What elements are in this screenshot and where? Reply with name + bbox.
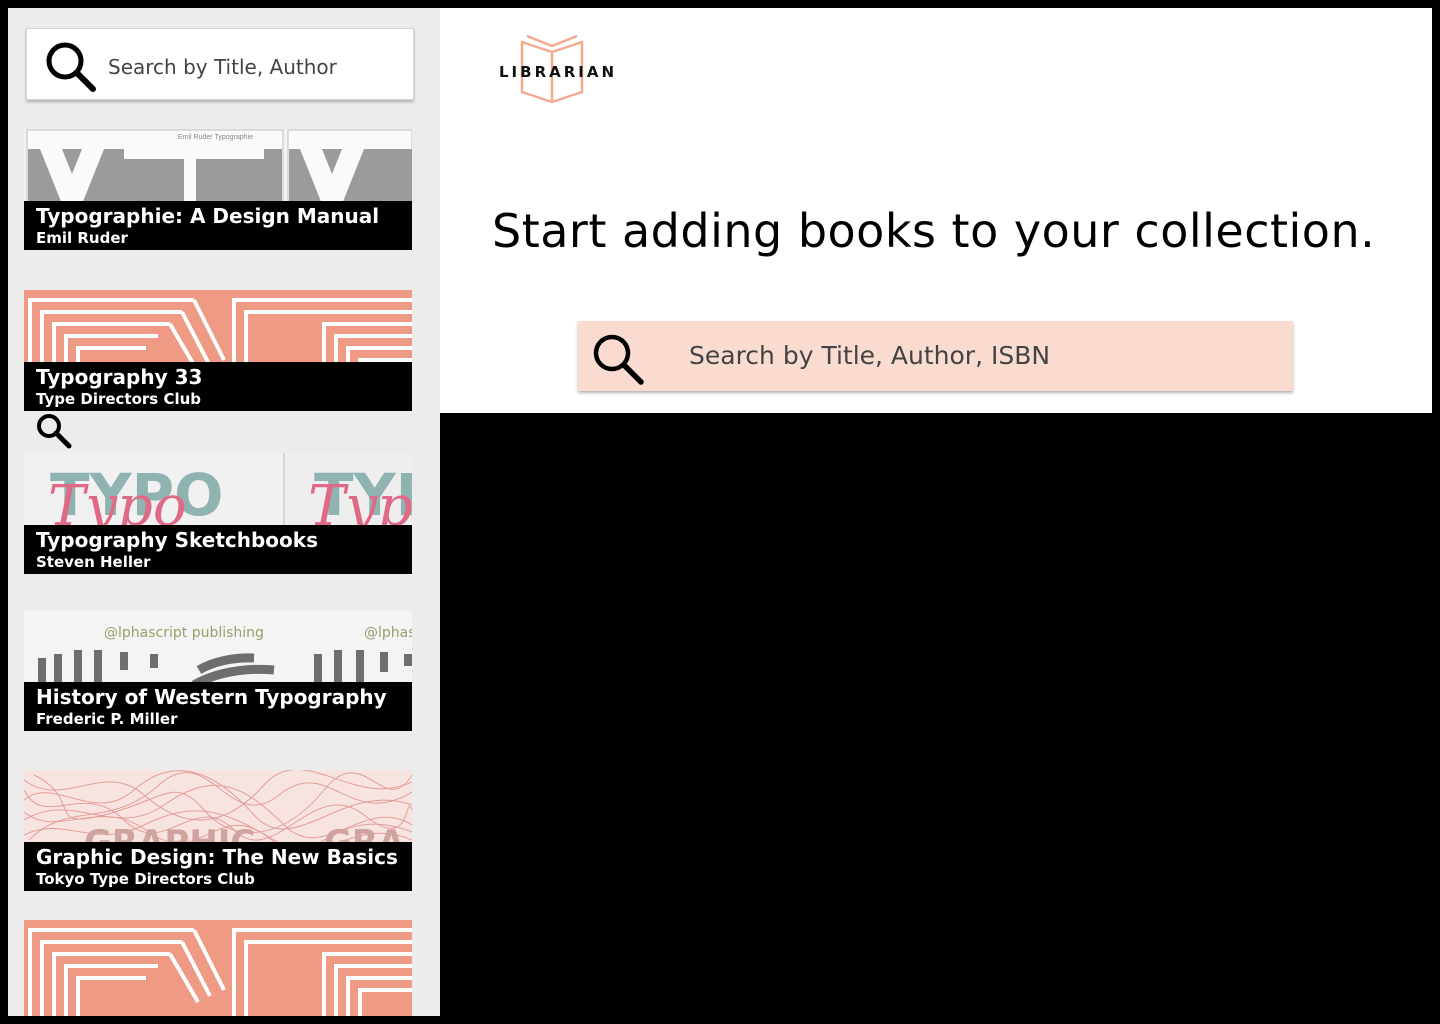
book-card[interactable]: GRAPHIC GRA Graphic Design: The New Basi… bbox=[24, 770, 412, 891]
sidebar-search-input[interactable]: Search by Title, Author bbox=[26, 28, 414, 100]
book-caption: Typography 33 Type Directors Club bbox=[24, 362, 412, 411]
cover-text: @lphascript publishing bbox=[104, 625, 264, 641]
search-icon[interactable] bbox=[34, 411, 74, 451]
logo-wordmark: LIBRARIAN bbox=[499, 63, 618, 81]
book-search-input[interactable]: Search by Title, Author, ISBN bbox=[578, 321, 1293, 391]
book-caption: Typographie: A Design Manual Emil Ruder bbox=[24, 201, 412, 250]
book-cover bbox=[24, 920, 412, 1016]
book-title: Graphic Design: The New Basics bbox=[36, 845, 398, 869]
main-panel: LIBRARIAN Start adding books to your col… bbox=[440, 8, 1432, 413]
search-icon bbox=[593, 334, 644, 385]
book-author: Type Directors Club bbox=[36, 390, 202, 408]
svg-text:@lphas: @lphas bbox=[364, 625, 412, 641]
book-caption: Graphic Design: The New Basics Tokyo Typ… bbox=[24, 842, 412, 891]
main-search-placeholder: Search by Title, Author, ISBN bbox=[689, 341, 1051, 370]
book-title: Typographie: A Design Manual bbox=[36, 204, 380, 228]
page-headline: Start adding books to your collection. bbox=[492, 204, 1376, 258]
librarian-logo[interactable]: LIBRARIAN bbox=[497, 34, 617, 106]
book-author: Emil Ruder bbox=[36, 229, 128, 247]
search-icon bbox=[46, 42, 96, 92]
book-card[interactable] bbox=[24, 920, 412, 1016]
book-author: Steven Heller bbox=[36, 553, 151, 571]
book-author: Frederic P. Miller bbox=[36, 710, 178, 728]
book-sidebar: Search by Title, Author Emil Ruder Typog… bbox=[8, 8, 440, 1016]
book-card[interactable]: TYPO TYP Typo Typ Typography Sketchbooks… bbox=[24, 453, 412, 574]
book-author: Tokyo Type Directors Club bbox=[36, 870, 255, 888]
book-caption: History of Western Typography Frederic P… bbox=[24, 682, 412, 731]
book-title: Typography Sketchbooks bbox=[36, 528, 318, 552]
book-title: History of Western Typography bbox=[36, 685, 387, 709]
sidebar-search-placeholder: Search by Title, Author bbox=[108, 55, 337, 79]
book-caption: Typography Sketchbooks Steven Heller bbox=[24, 525, 412, 574]
book-card[interactable]: Emil Ruder Typographie Typographie: A De… bbox=[24, 129, 412, 250]
book-card[interactable]: Typography 33 Type Directors Club bbox=[24, 290, 412, 411]
book-card[interactable]: @lphascript publishing @lphas History of… bbox=[24, 610, 412, 731]
book-title: Typography 33 bbox=[36, 365, 203, 389]
cover-text: Emil Ruder Typographie bbox=[178, 134, 253, 141]
